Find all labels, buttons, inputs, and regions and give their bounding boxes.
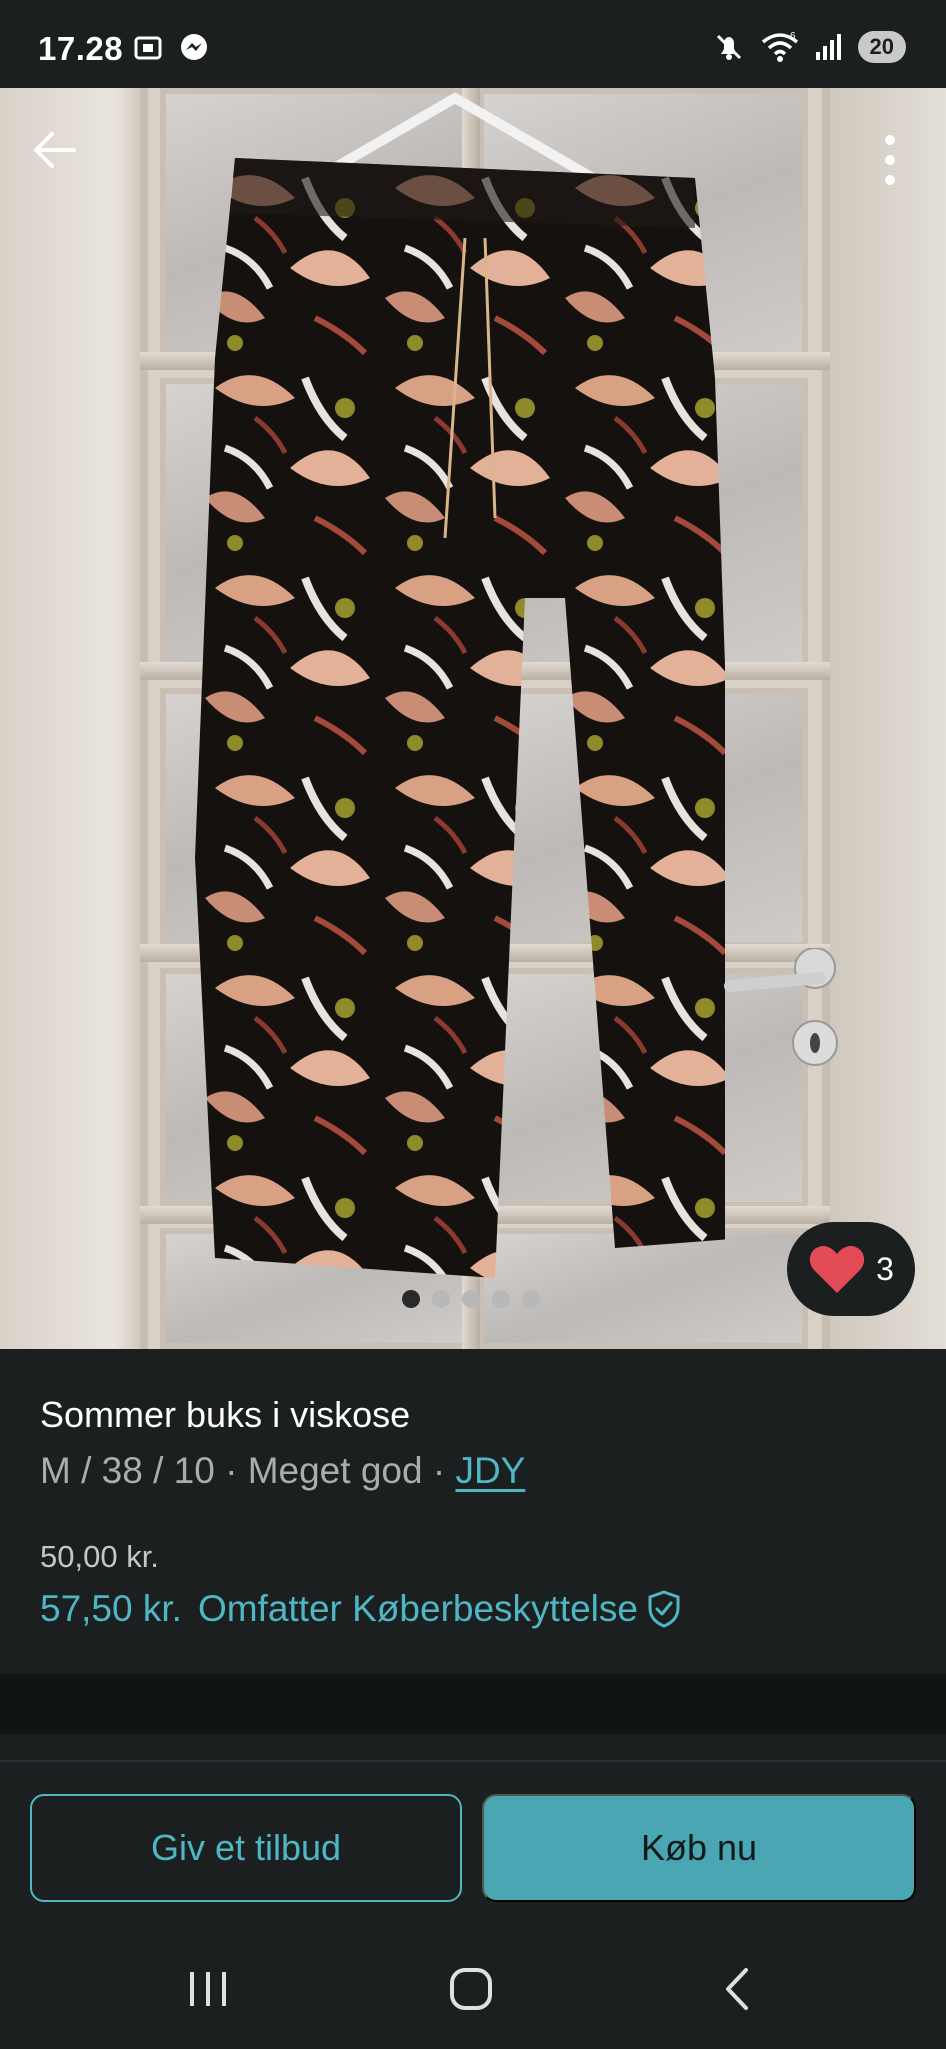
separator: · <box>214 1450 248 1491</box>
listing-info: Sommer buks i viskose M / 38 / 10 · Mege… <box>0 1349 946 1674</box>
product-image[interactable]: 3 <box>0 88 946 1349</box>
pagination-dot[interactable] <box>432 1290 450 1308</box>
back-arrow-icon[interactable] <box>30 126 78 174</box>
system-navigation-bar <box>0 1920 946 2049</box>
favorite-button[interactable]: 3 <box>787 1222 915 1316</box>
mute-icon <box>716 34 741 60</box>
listing-details: M / 38 / 10 · Meget god · JDY <box>40 1447 906 1495</box>
section-divider <box>0 1674 946 1734</box>
pagination-dot[interactable] <box>492 1290 510 1308</box>
status-bar: 17.28 6 20 <box>0 0 946 88</box>
screenshot-icon <box>134 36 162 60</box>
image-pagination-dots <box>402 1290 540 1308</box>
listing-condition: Meget god <box>247 1450 423 1491</box>
shield-check-icon <box>648 1590 680 1628</box>
pagination-dot[interactable] <box>522 1290 540 1308</box>
status-time: 17.28 <box>38 30 124 67</box>
wifi-icon: 6 <box>761 31 798 62</box>
favorite-count: 3 <box>876 1250 894 1287</box>
heart-icon <box>809 1246 865 1293</box>
messenger-icon <box>181 34 207 60</box>
pagination-dot[interactable] <box>462 1290 480 1308</box>
item-price: 50,00 kr. <box>40 1539 159 1574</box>
product-pants <box>195 158 725 1278</box>
status-right-icons: 6 20 <box>712 30 906 64</box>
listing-size: M / 38 / 10 <box>40 1450 215 1491</box>
make-offer-button[interactable]: Giv et tilbud <box>30 1794 462 1902</box>
svg-text:6: 6 <box>790 31 796 42</box>
buyer-protection-label: Omfatter Køberbeskyttelse <box>197 1588 638 1629</box>
status-notification-icons <box>132 32 210 64</box>
recent-apps-icon[interactable] <box>178 1964 238 2014</box>
brand-link[interactable]: JDY <box>455 1450 525 1491</box>
more-options-icon[interactable] <box>870 130 910 190</box>
separator: · <box>422 1450 456 1491</box>
total-price: 57,50 kr. <box>40 1588 182 1629</box>
listing-title: Sommer buks i viskose <box>40 1394 411 1435</box>
battery-indicator: 20 <box>857 31 906 63</box>
pagination-dot[interactable] <box>402 1290 420 1308</box>
system-back-icon[interactable] <box>708 1964 768 2014</box>
buyer-protection-price[interactable]: 57,50 kr. Omfatter Køberbeskyttelse <box>40 1585 906 1633</box>
home-icon[interactable] <box>441 1964 501 2014</box>
buy-now-button[interactable]: Køb nu <box>482 1794 916 1902</box>
signal-icon <box>815 34 841 60</box>
door-handle <box>724 948 838 1066</box>
action-bar: Giv et tilbud Køb nu <box>0 1760 946 1920</box>
